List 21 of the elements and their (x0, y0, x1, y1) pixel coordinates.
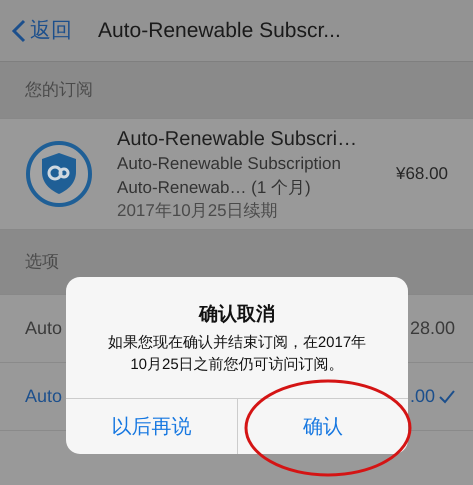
alert-message: 如果您现在确认并结束订阅，在2017年10月25日之前您仍可访问订阅。 (106, 332, 368, 374)
checkmark-icon (439, 390, 455, 404)
app-shield-icon (25, 140, 93, 208)
alert-title: 确认取消 (198, 303, 276, 327)
section-header: 选项 (25, 251, 59, 274)
option-price: 28.00 (410, 317, 455, 340)
subscription-name: Auto-Renewable Subscri… (117, 126, 358, 152)
renewal-date: 2017年10月25日续期 (117, 200, 279, 222)
option-label: Auto (25, 385, 62, 408)
confirm-button[interactable]: 确认 (236, 399, 408, 454)
later-button[interactable]: 以后再说 (66, 399, 236, 454)
back-chevron-icon (12, 18, 26, 42)
page-title: Auto-Renewable Subscr... (98, 18, 341, 44)
subscription-price: ¥68.00 (396, 163, 448, 186)
back-button[interactable]: 返回 (12, 14, 72, 46)
option-price: .00 (410, 385, 435, 408)
subscription-cell[interactable]: Auto-Renewable Subscri… Auto-Renewable Subscription Auto-Renewab… (1 个月) 2017年10月25日续期 ¥68.00 (0, 118, 473, 230)
subscription-plan: Auto-Renewab… (1 个月) (117, 176, 312, 198)
section-header: 您的订阅 (25, 79, 93, 102)
subscription-subtitle: Auto-Renewable Subscription (117, 152, 342, 174)
option-label: Auto (25, 317, 62, 340)
